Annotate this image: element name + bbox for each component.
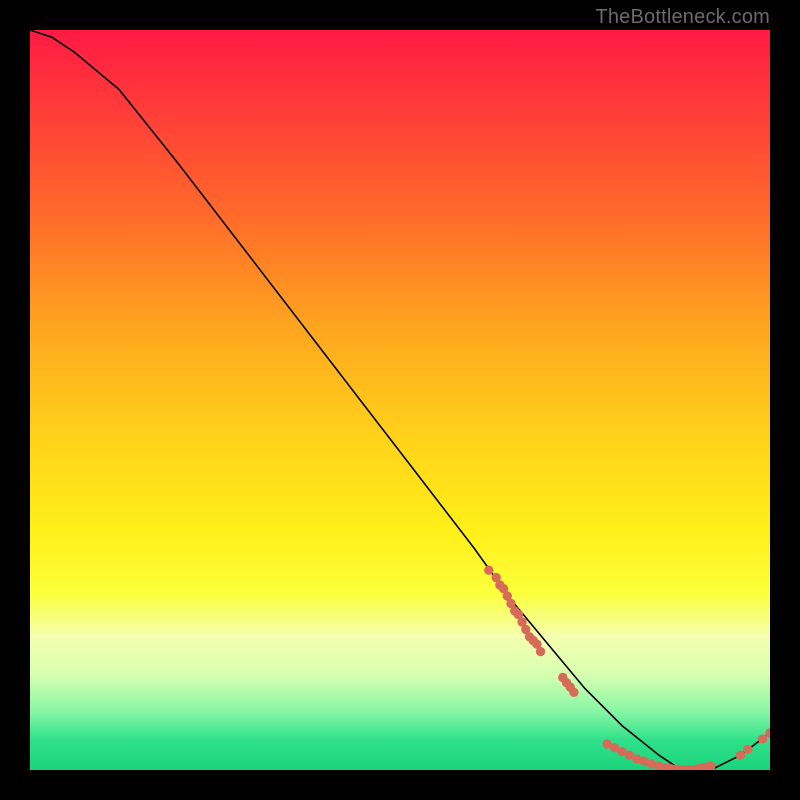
- plot-area: [30, 30, 770, 770]
- watermark-text: TheBottleneck.com: [595, 6, 770, 29]
